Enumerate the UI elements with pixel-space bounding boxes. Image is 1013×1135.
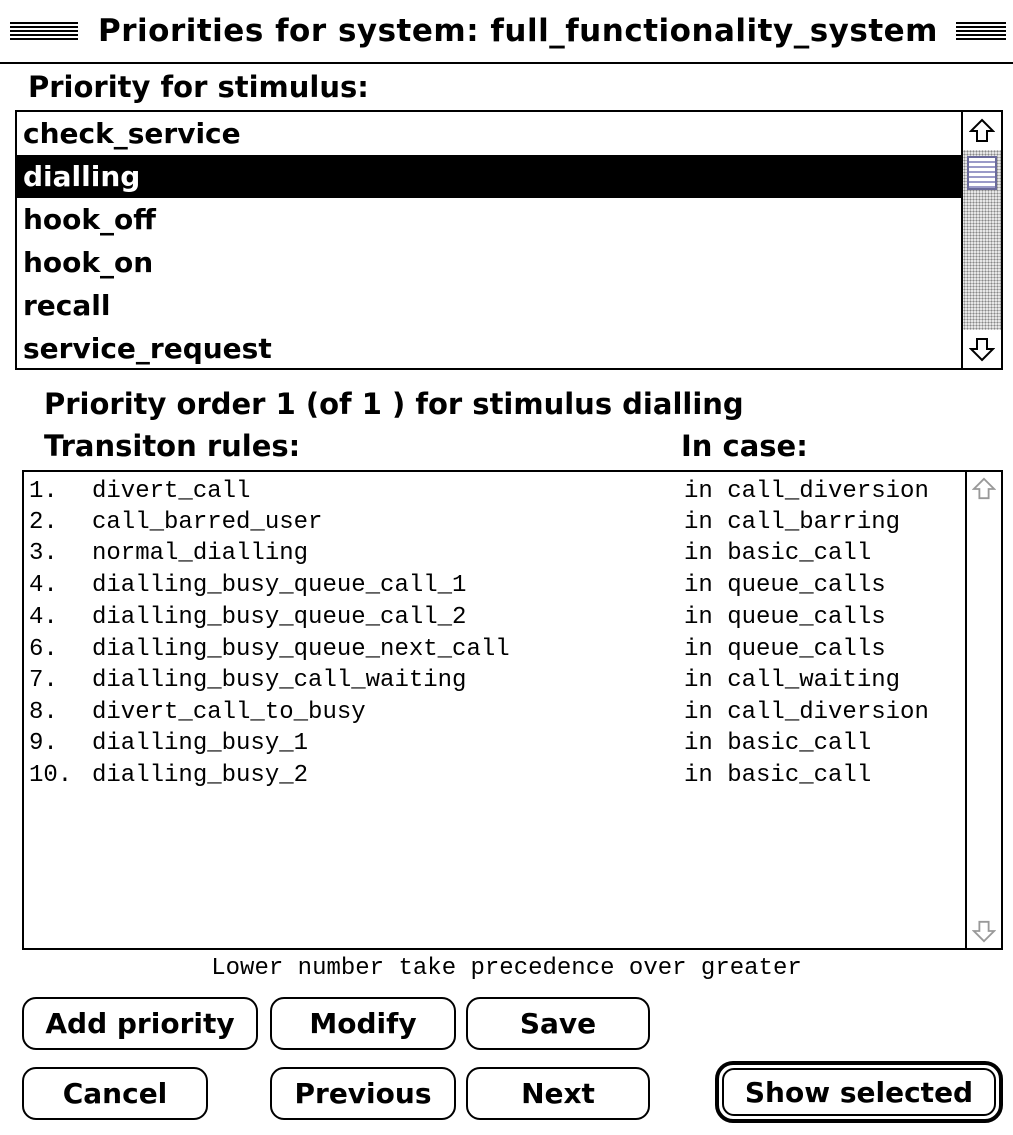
rules-list[interactable]: 1. divert_call in call_diversion 2. call… <box>22 470 1003 950</box>
arrow-up-icon[interactable] <box>963 112 1001 150</box>
rule-name: dialling_busy_2 <box>92 762 309 789</box>
stimulus-item-hook-off[interactable]: hook_off <box>17 198 963 241</box>
stimulus-item-dialling[interactable]: dialling <box>17 155 963 198</box>
stimulus-item-check-service[interactable]: check_service <box>17 112 963 155</box>
rule-case: in queue_calls <box>684 572 886 599</box>
rule-case: in basic_call <box>684 540 872 567</box>
table-row[interactable]: 2. call_barred_user in call_barring <box>24 507 969 538</box>
rule-number: 6. <box>29 636 58 663</box>
title-bar-stripes-right <box>954 22 1006 42</box>
rule-name: normal_dialling <box>92 540 309 567</box>
precedence-note: Lower number take precedence over greate… <box>211 955 802 982</box>
rule-name: dialling_busy_queue_call_2 <box>92 604 467 631</box>
table-row[interactable]: 4. dialling_busy_queue_call_2 in queue_c… <box>24 602 969 633</box>
stimulus-scrollbar[interactable] <box>961 112 1001 368</box>
cancel-button[interactable]: Cancel <box>22 1067 208 1120</box>
table-row[interactable]: 10. dialling_busy_2 in basic_call <box>24 760 969 791</box>
rules-header: Transiton rules: <box>44 429 301 463</box>
rule-number: 4. <box>29 604 58 631</box>
table-row[interactable]: 6. dialling_busy_queue_next_call in queu… <box>24 634 969 665</box>
rule-name: dialling_busy_1 <box>92 730 309 757</box>
rule-case: in call_diversion <box>684 699 929 726</box>
rule-case: in basic_call <box>684 730 872 757</box>
rule-case: in queue_calls <box>684 604 886 631</box>
table-row[interactable]: 9. dialling_busy_1 in basic_call <box>24 728 969 759</box>
save-button[interactable]: Save <box>466 997 650 1050</box>
rule-case: in basic_call <box>684 762 872 789</box>
rule-name: divert_call_to_busy <box>92 699 366 726</box>
title-bar[interactable]: Priorities for system: full_functionalit… <box>0 0 1013 64</box>
stimulus-item-service-request[interactable]: service_request <box>17 327 963 368</box>
next-button[interactable]: Next <box>466 1067 650 1120</box>
case-header: In case: <box>681 429 808 463</box>
stimulus-label: Priority for stimulus: <box>28 70 369 104</box>
stimulus-list[interactable]: check_service dialling hook_off hook_on … <box>15 110 1003 370</box>
arrow-down-icon[interactable] <box>963 330 1001 368</box>
show-selected-button[interactable]: Show selected <box>715 1061 1003 1123</box>
stimulus-scroll-thumb[interactable] <box>967 156 997 190</box>
table-row[interactable]: 8. divert_call_to_busy in call_diversion <box>24 697 969 728</box>
table-row[interactable]: 7. dialling_busy_call_waiting in call_wa… <box>24 665 969 696</box>
rule-case: in call_waiting <box>684 667 901 694</box>
rule-number: 10. <box>29 762 73 789</box>
rule-case: in call_diversion <box>684 478 929 505</box>
rule-name: dialling_busy_queue_next_call <box>92 636 510 663</box>
rule-number: 3. <box>29 540 58 567</box>
previous-button[interactable]: Previous <box>270 1067 456 1120</box>
rule-case: in call_barring <box>684 509 901 536</box>
arrow-up-icon[interactable] <box>967 472 1001 506</box>
rule-name: divert_call <box>92 478 251 505</box>
rule-number: 2. <box>29 509 58 536</box>
rule-number: 7. <box>29 667 58 694</box>
stimulus-item-hook-on[interactable]: hook_on <box>17 241 963 284</box>
add-priority-button[interactable]: Add priority <box>22 997 258 1050</box>
rule-case: in queue_calls <box>684 636 886 663</box>
stimulus-item-recall[interactable]: recall <box>17 284 963 327</box>
rule-name: call_barred_user <box>92 509 323 536</box>
title-bar-stripes-left <box>10 22 78 42</box>
table-row[interactable]: 3. normal_dialling in basic_call <box>24 538 969 569</box>
table-row[interactable]: 1. divert_call in call_diversion <box>24 476 969 507</box>
rule-name: dialling_busy_call_waiting <box>92 667 467 694</box>
rule-name: dialling_busy_queue_call_1 <box>92 572 467 599</box>
rule-number: 8. <box>29 699 58 726</box>
window-title: Priorities for system: full_functionalit… <box>80 6 956 56</box>
rule-number: 9. <box>29 730 58 757</box>
modify-button[interactable]: Modify <box>270 997 456 1050</box>
rule-number: 4. <box>29 572 58 599</box>
table-row[interactable]: 4. dialling_busy_queue_call_1 in queue_c… <box>24 570 969 601</box>
rule-number: 1. <box>29 478 58 505</box>
priority-order-text: Priority order 1 (of 1 ) for stimulus di… <box>44 387 744 421</box>
rules-scrollbar[interactable] <box>965 472 1001 948</box>
arrow-down-icon[interactable] <box>967 914 1001 948</box>
